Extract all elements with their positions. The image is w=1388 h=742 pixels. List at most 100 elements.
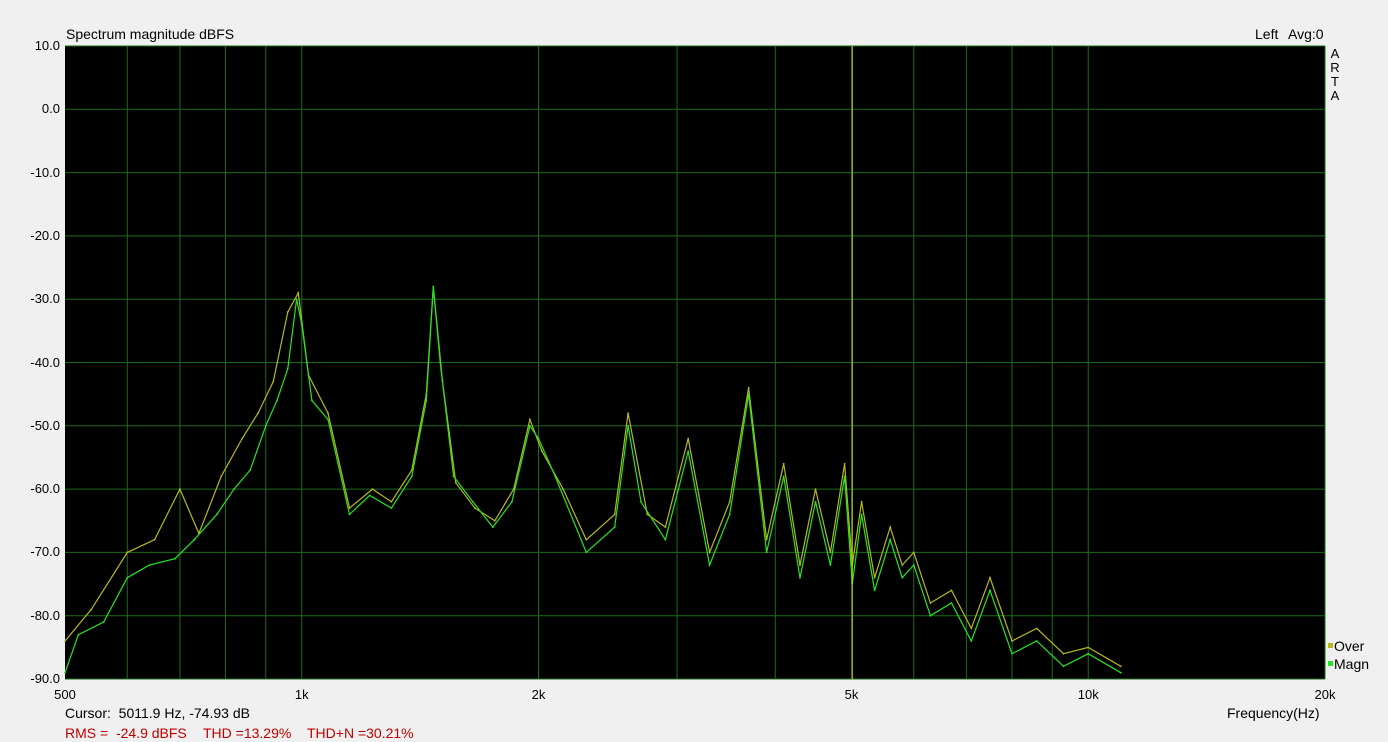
rms-readout: RMS = -24.9 dBFS bbox=[65, 725, 187, 741]
data-point-over bbox=[889, 526, 892, 528]
data-point-over bbox=[257, 412, 259, 414]
data-point-magn bbox=[529, 424, 531, 427]
y-tick-label: -40.0 bbox=[30, 354, 60, 370]
data-point-magn bbox=[814, 500, 817, 503]
legend-over-swatch bbox=[1328, 642, 1333, 648]
data-point-magn bbox=[216, 513, 218, 516]
data-point-magn bbox=[537, 437, 540, 440]
data-point-magn bbox=[970, 640, 973, 642]
y-tick-label: 0.0 bbox=[41, 101, 60, 117]
data-point-over bbox=[286, 311, 289, 313]
y-tick-label: -50.0 bbox=[30, 417, 60, 433]
data-point-magn bbox=[950, 602, 953, 604]
data-point-magn bbox=[311, 399, 313, 402]
data-point-magn bbox=[425, 399, 428, 402]
data-point-magn bbox=[390, 507, 393, 509]
data-point-magn bbox=[148, 564, 151, 566]
x-tick-label: 2k bbox=[531, 687, 546, 702]
data-point-magn bbox=[452, 475, 455, 478]
data-point-over bbox=[860, 500, 863, 503]
data-point-over bbox=[541, 450, 543, 452]
data-point-over bbox=[950, 589, 953, 592]
x-tick-label: 500 bbox=[54, 687, 76, 702]
data-point-magn bbox=[1062, 665, 1065, 668]
data-point-magn bbox=[276, 399, 278, 402]
data-point-over bbox=[1011, 640, 1013, 642]
data-point-over bbox=[912, 551, 915, 554]
x-tick-label: 5k bbox=[844, 687, 859, 702]
data-point-magn bbox=[627, 424, 629, 427]
data-point-magn bbox=[286, 367, 289, 370]
data-point-magn bbox=[889, 538, 892, 541]
data-point-magn bbox=[640, 500, 642, 503]
data-point-over bbox=[474, 507, 476, 509]
data-point-over bbox=[799, 564, 801, 566]
data-point-over bbox=[1035, 627, 1038, 630]
data-point-magn bbox=[368, 494, 371, 497]
cursor-readout: Cursor: 5011.9 Hz, -74.93 dB bbox=[65, 705, 250, 721]
data-point-magn bbox=[492, 526, 494, 528]
data-point-magn bbox=[511, 500, 513, 503]
data-point-over bbox=[585, 538, 588, 541]
data-point-magn bbox=[912, 564, 915, 566]
y-tick-label: 10.0 bbox=[34, 38, 60, 53]
y-tick-label: -70.0 bbox=[30, 544, 60, 560]
data-point-over bbox=[708, 551, 711, 554]
data-point-magn bbox=[929, 614, 932, 617]
data-point-over bbox=[843, 462, 846, 465]
data-point-over bbox=[765, 538, 768, 541]
data-point-magn bbox=[687, 450, 690, 452]
data-point-magn bbox=[765, 551, 768, 554]
data-point-over bbox=[371, 488, 374, 490]
data-point-over bbox=[64, 640, 66, 642]
data-point-magn bbox=[989, 589, 991, 592]
data-point-magn bbox=[348, 513, 351, 516]
data-point-over bbox=[929, 602, 932, 604]
data-point-magn bbox=[439, 361, 442, 364]
data-point-over bbox=[970, 627, 973, 630]
data-point-over bbox=[613, 513, 616, 516]
spectrum-chart[interactable] bbox=[0, 0, 1388, 742]
data-point-over bbox=[297, 292, 300, 294]
data-point-magn bbox=[585, 551, 588, 554]
data-point-magn bbox=[264, 424, 267, 427]
x-tick-label: 20k bbox=[1314, 687, 1336, 702]
data-point-over bbox=[747, 386, 750, 389]
data-point-magn bbox=[664, 538, 667, 541]
y-tick-label: -20.0 bbox=[30, 227, 60, 243]
legend-magn: Magn bbox=[1328, 656, 1369, 672]
data-point-magn bbox=[873, 589, 876, 592]
data-point-magn bbox=[471, 500, 474, 503]
arta-brand: ARTA bbox=[1329, 47, 1341, 103]
data-point-magn bbox=[747, 393, 750, 396]
data-point-magn bbox=[613, 526, 616, 528]
data-point-magn bbox=[432, 285, 435, 288]
data-point-magn bbox=[901, 576, 904, 579]
data-point-over bbox=[728, 500, 731, 503]
data-point-over bbox=[220, 475, 223, 478]
y-tick-label: -30.0 bbox=[30, 291, 60, 307]
data-point-magn bbox=[410, 475, 413, 478]
data-point-over bbox=[90, 608, 93, 611]
data-point-over bbox=[664, 526, 667, 528]
y-tick-label: -90.0 bbox=[30, 671, 60, 686]
data-point-over bbox=[454, 481, 457, 484]
data-point-over bbox=[272, 380, 275, 383]
data-point-magn bbox=[843, 475, 846, 478]
data-point-magn bbox=[554, 475, 557, 478]
data-point-magn bbox=[1119, 671, 1122, 674]
brand-letter: A bbox=[1330, 46, 1340, 61]
data-point-magn bbox=[782, 475, 785, 478]
data-point-over bbox=[348, 507, 351, 509]
legend-over-label: Over bbox=[1334, 638, 1365, 654]
data-point-over bbox=[989, 576, 991, 579]
data-point-over bbox=[241, 437, 244, 440]
data-point-magn bbox=[1087, 652, 1090, 655]
legend-over: Over bbox=[1328, 638, 1364, 654]
y-tick-label: -10.0 bbox=[30, 164, 60, 180]
x-axis-label: Frequency(Hz) bbox=[1227, 705, 1320, 721]
data-point-over bbox=[390, 500, 393, 503]
legend-magn-label: Magn bbox=[1334, 656, 1370, 672]
data-point-magn bbox=[295, 298, 298, 301]
data-point-over bbox=[829, 551, 832, 554]
